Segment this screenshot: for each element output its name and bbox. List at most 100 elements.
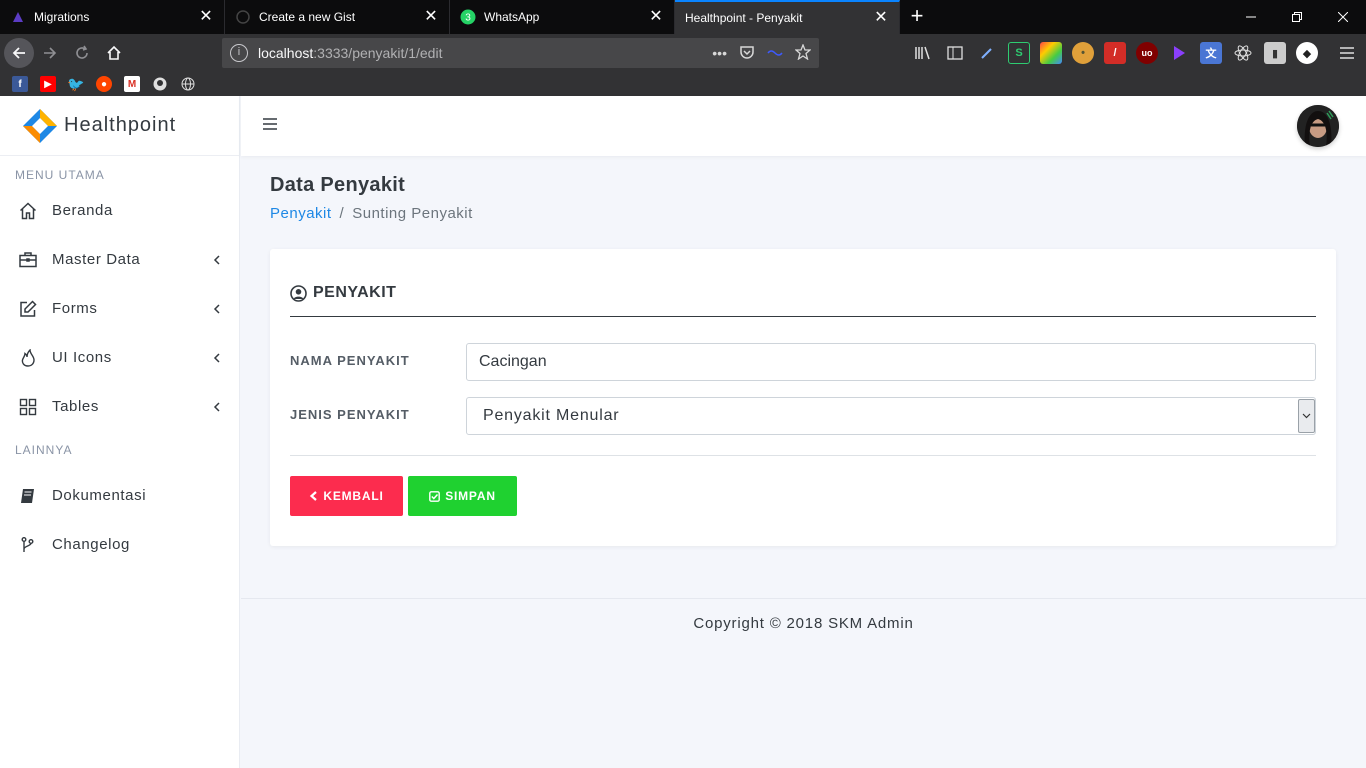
sidebar-item-label: Master Data (52, 251, 141, 268)
reddit-bookmark-icon[interactable]: ● (96, 76, 112, 92)
footer: Copyright © 2018 SKM Admin (241, 598, 1366, 688)
kembali-button-label: KEMBALI (323, 489, 384, 503)
reload-icon (76, 45, 88, 59)
info-icon[interactable]: i (230, 44, 248, 62)
bookmarks-bar: f ▶ 🐦 ● M (0, 72, 1366, 96)
sidebar-item-label: Changelog (52, 536, 130, 553)
branch-icon (18, 535, 38, 555)
globe-bookmark-icon[interactable] (180, 76, 196, 92)
brand[interactable]: Healthpoint (0, 96, 239, 156)
pocket-icon[interactable] (739, 44, 755, 63)
avatar[interactable] (1297, 105, 1339, 147)
screenshot-extension-icon[interactable]: ▮ (1264, 42, 1286, 64)
minimize-icon[interactable] (1228, 0, 1274, 34)
sidebar-item-label: UI Icons (52, 349, 112, 366)
github-favicon-icon (235, 9, 251, 25)
reload-button[interactable] (66, 37, 98, 69)
close-icon[interactable]: ✕ (648, 9, 664, 25)
eyedropper-icon[interactable] (976, 42, 998, 64)
tab-title: Migrations (34, 10, 90, 24)
whatsapp-favicon-icon: 3 (460, 9, 476, 25)
sidebar-toggle-icon[interactable] (944, 42, 966, 64)
sidebar-item-changelog[interactable]: Changelog (0, 520, 239, 569)
stylus-extension-icon[interactable]: S (1008, 42, 1030, 64)
react-devtools-icon[interactable] (1232, 42, 1254, 64)
card-title: PENYAKIT (290, 284, 396, 302)
briefcase-icon (18, 250, 38, 270)
tampermonkey-extension-icon[interactable]: • (1072, 42, 1094, 64)
card-title-text: PENYAKIT (313, 284, 397, 301)
toolbar-extensions: S • / uo 文 ▮ ◆ (912, 42, 1358, 64)
chevron-left-icon (213, 304, 220, 314)
menu-toggle-icon[interactable] (262, 117, 278, 131)
star-bookmark-icon[interactable] (794, 42, 812, 63)
gmail-bookmark-icon[interactable]: M (124, 76, 140, 92)
close-window-icon[interactable] (1320, 0, 1366, 34)
user-circle-icon (290, 284, 307, 302)
migrations-favicon-icon (10, 9, 26, 25)
sidebar-item-label: Tables (52, 398, 99, 415)
vpn-extension-icon[interactable]: ◆ (1296, 42, 1318, 64)
new-tab-button[interactable]: + (900, 0, 934, 34)
forward-button[interactable] (34, 37, 66, 69)
library-icon[interactable] (912, 42, 934, 64)
menu-hamburger-icon[interactable] (1336, 42, 1358, 64)
sidebar-item-dokumentasi[interactable]: Dokumentasi (0, 471, 239, 520)
ublock-origin-icon[interactable]: uo (1136, 42, 1158, 64)
breadcrumb-link-penyakit[interactable]: Penyakit (270, 205, 332, 222)
reader-view-icon[interactable] (767, 45, 783, 61)
close-icon[interactable]: ✕ (423, 9, 439, 25)
tab-title: Create a new Gist (259, 10, 356, 24)
translate-extension-icon[interactable]: 文 (1200, 42, 1222, 64)
window-controls (1228, 0, 1366, 34)
tab-create-gist[interactable]: Create a new Gist ✕ (225, 0, 450, 34)
form-card: PENYAKIT NAMA PENYAKIT JENIS PENYAKIT Pe… (270, 249, 1336, 546)
chevron-down-icon[interactable] (1298, 399, 1315, 433)
kembali-button[interactable]: KEMBALI (290, 476, 403, 516)
divider (290, 455, 1316, 456)
page-title: Data Penyakit (270, 174, 406, 196)
tab-healthpoint[interactable]: Healthpoint - Penyakit ✕ (675, 0, 900, 34)
arrow-right-icon (44, 47, 57, 59)
simpan-button[interactable]: SIMPAN (408, 476, 517, 516)
back-button[interactable] (4, 38, 34, 68)
browser-tab-bar: Migrations ✕ Create a new Gist ✕ 3 Whats… (0, 0, 1366, 34)
menu-heading-main: MENU UTAMA (15, 168, 105, 182)
colorzilla-extension-icon[interactable] (1040, 42, 1062, 64)
healthpoint-app: Healthpoint MENU UTAMA Beranda Master Da… (0, 96, 1366, 768)
check-square-icon (429, 490, 441, 502)
nama-penyakit-label: NAMA PENYAKIT (290, 353, 410, 368)
tab-migrations[interactable]: Migrations ✕ (0, 0, 225, 34)
home-button[interactable] (98, 37, 130, 69)
tab-whatsapp[interactable]: 3 WhatsApp ✕ (450, 0, 675, 34)
restore-icon[interactable] (1274, 0, 1320, 34)
youtube-bookmark-icon[interactable]: ▶ (40, 76, 56, 92)
url-bar[interactable]: i localhost:3333/penyakit/1/edit ••• (222, 38, 819, 68)
sidebar-item-tables[interactable]: Tables (0, 382, 239, 431)
sidebar-item-forms[interactable]: Forms (0, 284, 239, 333)
url-path: :3333/penyakit/1/edit (313, 45, 443, 61)
tab-title: WhatsApp (484, 10, 540, 24)
jenis-penyakit-selected: Penyakit Menular (483, 407, 620, 424)
sidebar-item-label: Forms (52, 300, 98, 317)
lastpass-extension-icon[interactable]: / (1104, 42, 1126, 64)
sidebar-item-master-data[interactable]: Master Data (0, 235, 239, 284)
facebook-bookmark-icon[interactable]: f (12, 76, 28, 92)
sidebar-item-ui-icons[interactable]: UI Icons (0, 333, 239, 382)
play-extension-icon[interactable] (1168, 42, 1190, 64)
fire-icon (18, 348, 38, 368)
sidebar-item-beranda[interactable]: Beranda (0, 186, 239, 235)
sidebar-item-label: Beranda (52, 202, 113, 219)
close-icon[interactable]: ✕ (873, 10, 889, 26)
close-icon[interactable]: ✕ (198, 9, 214, 25)
more-actions-icon[interactable]: ••• (712, 45, 727, 61)
jenis-penyakit-select[interactable]: Penyakit Menular (466, 397, 1316, 435)
sidebar-item-label: Dokumentasi (52, 487, 147, 504)
github-bookmark-icon[interactable] (152, 76, 168, 92)
twitter-bookmark-icon[interactable]: 🐦 (67, 76, 84, 92)
copyright-text: Copyright © 2018 SKM Admin (693, 615, 914, 632)
sidebar: Healthpoint MENU UTAMA Beranda Master Da… (0, 96, 240, 768)
grid-icon (18, 397, 38, 417)
nama-penyakit-input[interactable] (466, 343, 1316, 381)
brand-name: Healthpoint (64, 114, 177, 136)
